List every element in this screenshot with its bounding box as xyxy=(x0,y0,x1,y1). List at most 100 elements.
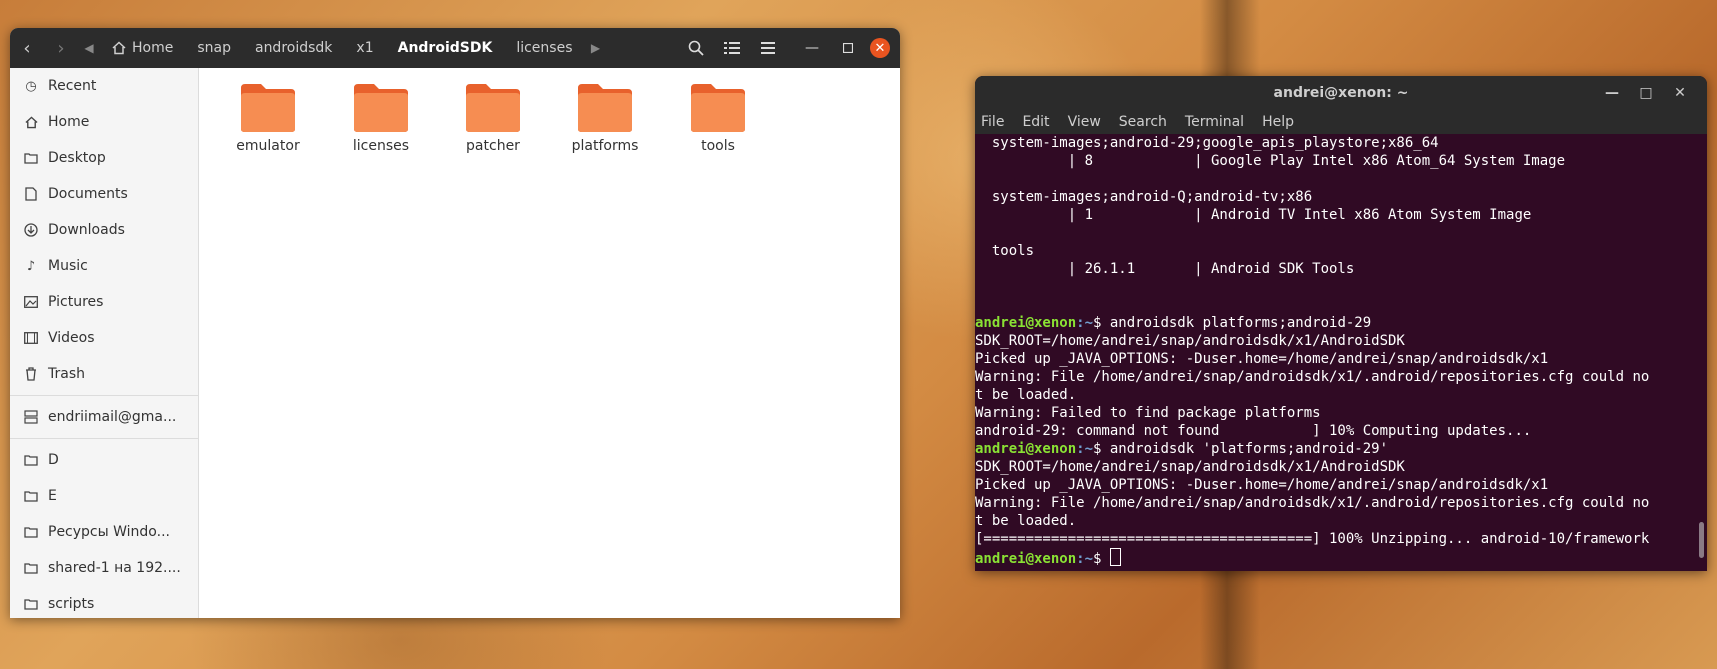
prompt-user: andrei@xenon xyxy=(975,315,1077,331)
terminal-minimize-button[interactable]: — xyxy=(1595,85,1629,101)
breadcrumb-snap[interactable]: snap xyxy=(185,28,243,68)
breadcrumb-licenses[interactable]: licenses xyxy=(504,28,584,68)
terminal-maximize-button[interactable]: □ xyxy=(1629,85,1663,101)
prompt-text: $ androidsdk platforms;android-29 xyxy=(1093,315,1372,331)
folder-item-emulator[interactable]: emulator xyxy=(218,82,318,154)
folder-item-tools[interactable]: tools xyxy=(668,82,768,154)
sidebar-item-recent[interactable]: ◷ Recent xyxy=(10,68,198,104)
music-note-icon: ♪ xyxy=(26,258,36,274)
folder-icon xyxy=(691,84,745,132)
breadcrumb-label: licenses xyxy=(516,40,573,56)
sidebar-item-account[interactable]: endriimail@gma... xyxy=(10,399,198,435)
terminal-text: t be loaded. xyxy=(975,387,1077,403)
sidebar-item-label: E xyxy=(48,488,57,504)
menu-button[interactable] xyxy=(750,28,786,68)
folder-icon xyxy=(354,84,408,132)
terminal-line: [=======================================… xyxy=(975,530,1707,548)
folder-label: tools xyxy=(701,138,735,154)
sidebar-item-label: scripts xyxy=(48,596,95,612)
document-icon xyxy=(24,187,38,201)
download-icon xyxy=(24,223,38,237)
breadcrumb-x1[interactable]: x1 xyxy=(344,28,385,68)
terminal-text: Picked up _JAVA_OPTIONS: -Duser.home=/ho… xyxy=(975,477,1549,493)
terminal-text: android-29: command not found ] 10% Comp… xyxy=(975,423,1532,439)
terminal-line: Warning: File /home/andrei/snap/androids… xyxy=(975,368,1707,386)
terminal-window: andrei@xenon: ~ — □ ✕ File Edit View Sea… xyxy=(975,76,1707,571)
breadcrumb-scroll-left-icon[interactable]: ◀ xyxy=(78,41,100,55)
terminal-close-button[interactable]: ✕ xyxy=(1663,85,1697,101)
back-button[interactable]: ‹ xyxy=(10,28,44,68)
breadcrumb-androidsdk[interactable]: androidsdk xyxy=(243,28,344,68)
prompt-path: :~ xyxy=(1076,551,1094,567)
terminal-line: andrei@xenon:~$ androidsdk 'platforms;an… xyxy=(975,440,1707,458)
sidebar-item-label: Videos xyxy=(48,330,95,346)
menu-view[interactable]: View xyxy=(1068,114,1101,130)
prompt-text: $ xyxy=(1093,551,1110,567)
terminal-text: | 26.1.1 | Android SDK Tools xyxy=(975,261,1355,277)
terminal-line: | 1 | Android TV Intel x86 Atom System I… xyxy=(975,206,1707,224)
minimize-button[interactable]: — xyxy=(794,28,830,68)
sidebar-item-bookmark-windows-resources[interactable]: Ресурсы Windo... xyxy=(10,514,198,550)
close-icon: ✕ xyxy=(874,40,886,56)
terminal-text: SDK_ROOT=/home/andrei/snap/androidsdk/x1… xyxy=(975,459,1405,475)
maximize-button[interactable] xyxy=(830,28,866,68)
sidebar-item-trash[interactable]: Trash xyxy=(10,356,198,392)
terminal-line: Warning: File /home/andrei/snap/androids… xyxy=(975,494,1707,512)
sidebar-item-bookmark-shared[interactable]: shared-1 на 192.... xyxy=(10,550,198,586)
sidebar-item-bookmark-e[interactable]: E xyxy=(10,478,198,514)
terminal-line: SDK_ROOT=/home/andrei/snap/androidsdk/x1… xyxy=(975,332,1707,350)
sidebar-item-label: Ресурсы Windo... xyxy=(48,524,170,540)
breadcrumb-androidsdk-current[interactable]: AndroidSDK xyxy=(386,28,505,68)
home-icon xyxy=(112,41,126,55)
breadcrumb-scroll-right-icon[interactable]: ▶ xyxy=(585,41,607,55)
terminal-scrollbar[interactable] xyxy=(1699,522,1704,558)
breadcrumb-label: Home xyxy=(132,40,174,56)
prompt-user: andrei@xenon xyxy=(975,441,1077,457)
sidebar-item-pictures[interactable]: Pictures xyxy=(10,284,198,320)
terminal-title: andrei@xenon: ~ xyxy=(1273,85,1409,101)
sidebar-item-bookmark-d[interactable]: D xyxy=(10,442,198,478)
search-button[interactable] xyxy=(678,28,714,68)
forward-button[interactable]: › xyxy=(44,28,78,68)
terminal-text: Picked up _JAVA_OPTIONS: -Duser.home=/ho… xyxy=(975,351,1549,367)
menu-help[interactable]: Help xyxy=(1262,114,1294,130)
breadcrumb-label: snap xyxy=(197,40,231,56)
folder-item-platforms[interactable]: platforms xyxy=(555,82,655,154)
view-toggle-button[interactable] xyxy=(714,28,750,68)
terminal-text: tools xyxy=(975,243,1035,259)
sidebar-item-desktop[interactable]: Desktop xyxy=(10,140,198,176)
sidebar-item-music[interactable]: ♪ Music xyxy=(10,248,198,284)
breadcrumb-label: x1 xyxy=(356,40,374,56)
sidebar-item-bookmark-scripts[interactable]: scripts xyxy=(10,586,198,618)
menu-search[interactable]: Search xyxy=(1119,114,1167,130)
sidebar-item-downloads[interactable]: Downloads xyxy=(10,212,198,248)
sidebar-item-documents[interactable]: Documents xyxy=(10,176,198,212)
folder-item-patcher[interactable]: patcher xyxy=(443,82,543,154)
prompt-path: :~ xyxy=(1076,441,1094,457)
menu-file[interactable]: File xyxy=(981,114,1004,130)
folder-icon xyxy=(241,84,295,132)
folder-icon xyxy=(24,489,38,503)
menu-edit[interactable]: Edit xyxy=(1022,114,1049,130)
folder-content-view[interactable]: emulator licenses patcher platforms tool… xyxy=(199,68,900,618)
list-view-icon xyxy=(724,42,740,54)
terminal-output[interactable]: system-images;android-29;google_apis_pla… xyxy=(975,134,1707,569)
trash-icon xyxy=(24,367,38,381)
sidebar-item-videos[interactable]: Videos xyxy=(10,320,198,356)
terminal-line: | 8 | Google Play Intel x86 Atom_64 Syst… xyxy=(975,152,1707,170)
breadcrumb-home[interactable]: Home xyxy=(100,28,185,68)
menu-terminal[interactable]: Terminal xyxy=(1185,114,1244,130)
sidebar: ◷ Recent Home Desktop Documents Downloads… xyxy=(10,68,199,618)
folder-icon xyxy=(24,525,38,539)
breadcrumb-label: AndroidSDK xyxy=(397,40,493,56)
maximize-icon xyxy=(843,43,853,53)
sidebar-item-label: Pictures xyxy=(48,294,104,310)
terminal-text: [=======================================… xyxy=(975,531,1650,547)
close-button[interactable]: ✕ xyxy=(870,38,890,58)
folder-item-licenses[interactable]: licenses xyxy=(331,82,431,154)
terminal-titlebar[interactable]: andrei@xenon: ~ — □ ✕ xyxy=(975,76,1707,110)
chevron-left-icon: ‹ xyxy=(23,37,31,59)
minimize-icon: — xyxy=(805,40,819,56)
sidebar-item-home[interactable]: Home xyxy=(10,104,198,140)
